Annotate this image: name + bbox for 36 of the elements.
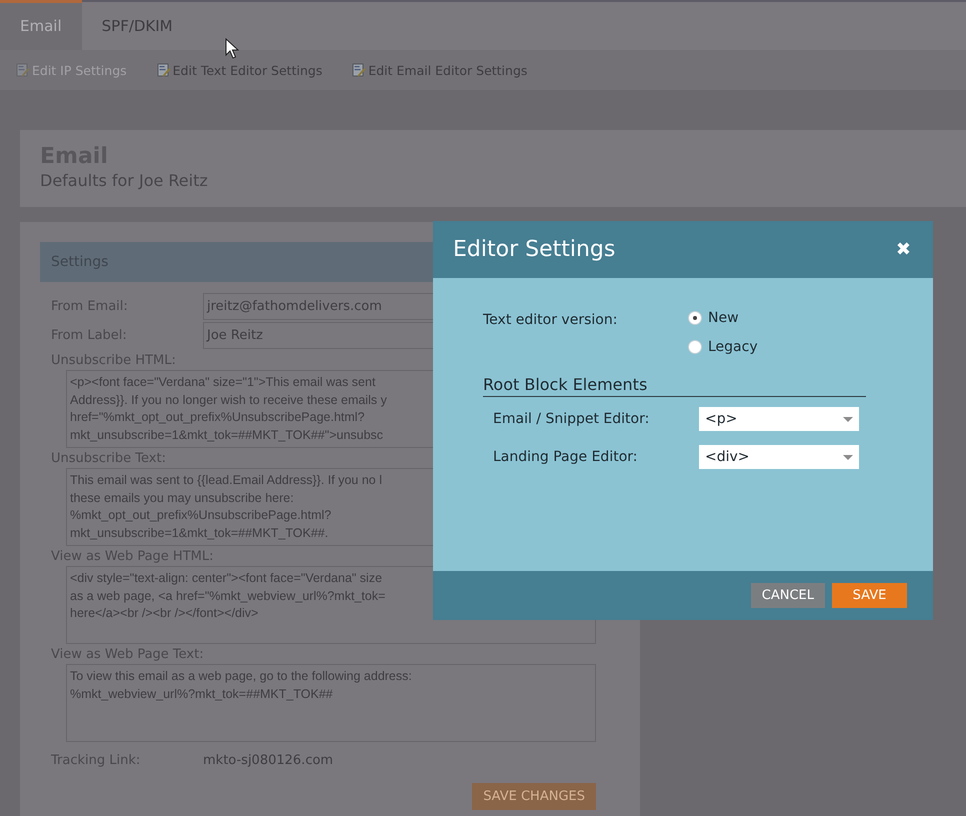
caret-icon [843, 454, 853, 460]
dropdown[interactable]: <div> [699, 445, 859, 469]
field-value: mkto-sj080126.com [203, 753, 334, 768]
dropdown[interactable]: <p> [699, 407, 859, 431]
radio-option[interactable]: Legacy [688, 339, 758, 355]
text-line: mkt_unsubscribe=1&mkt_tok=##MKT_TOK##">unsubsc [70, 426, 384, 444]
text-line: href="%mkt_opt_out_prefix%UnsubscribePage.html? [70, 409, 365, 426]
text-line: mkt_unsubscribe=1&mkt_tok=##MKT_TOK##. [70, 524, 328, 542]
tab[interactable]: Email [0, 0, 82, 50]
text-line: %mkt_opt_out_prefix%UnsubscribePage.html? [70, 507, 332, 524]
close-button[interactable]: ✖ [896, 239, 911, 260]
text-line: This email was sent to {{lead.Email Address}}. If you no l [70, 472, 382, 489]
text-line: <div style="text-align: center"><font face="Verdana" size [70, 570, 382, 587]
section-title: Root Block Elements [483, 375, 866, 397]
save-button[interactable]: SAVE [832, 583, 907, 608]
text-line: To view this email as a web page, go to the following address: [70, 668, 412, 685]
text-line: here</a><br /><br /></font></div> [70, 605, 258, 622]
field-label: Email / Snippet Editor: [493, 411, 650, 427]
text-area[interactable]: To view this email as a web page, go to the following address: %mkt_webview_url%?mkt_tok=##MKT_TOK## [66, 664, 596, 742]
cursor-icon [225, 38, 239, 60]
save-changes-button[interactable]: SAVE CHANGES [472, 783, 596, 810]
caret-icon [843, 416, 853, 422]
field-label: Landing Page Editor: [493, 449, 638, 465]
text-line: Address}}. If you no longer wish to receive these emails y [70, 392, 387, 409]
radio-button[interactable] [688, 340, 702, 354]
tab[interactable]: SPF/DKIM [82, 2, 193, 50]
edit-document-icon [352, 63, 366, 77]
radio-button[interactable] [688, 311, 702, 325]
radio-option[interactable]: New [688, 310, 758, 326]
edit-document-icon [16, 63, 30, 77]
cancel-button[interactable]: CANCEL [750, 583, 825, 608]
text-line: <p><font face="Verdana" size="1">This email was sent [70, 374, 376, 391]
edit-document-icon [156, 63, 171, 77]
text-line: %mkt_webview_url%?mkt_tok=##MKT_TOK## [70, 686, 333, 702]
text-line: these emails you may unsubscribe here: [70, 490, 294, 507]
text-line: as a web page, <a href="%mkt_webview_url%?mkt_tok= [70, 588, 386, 605]
